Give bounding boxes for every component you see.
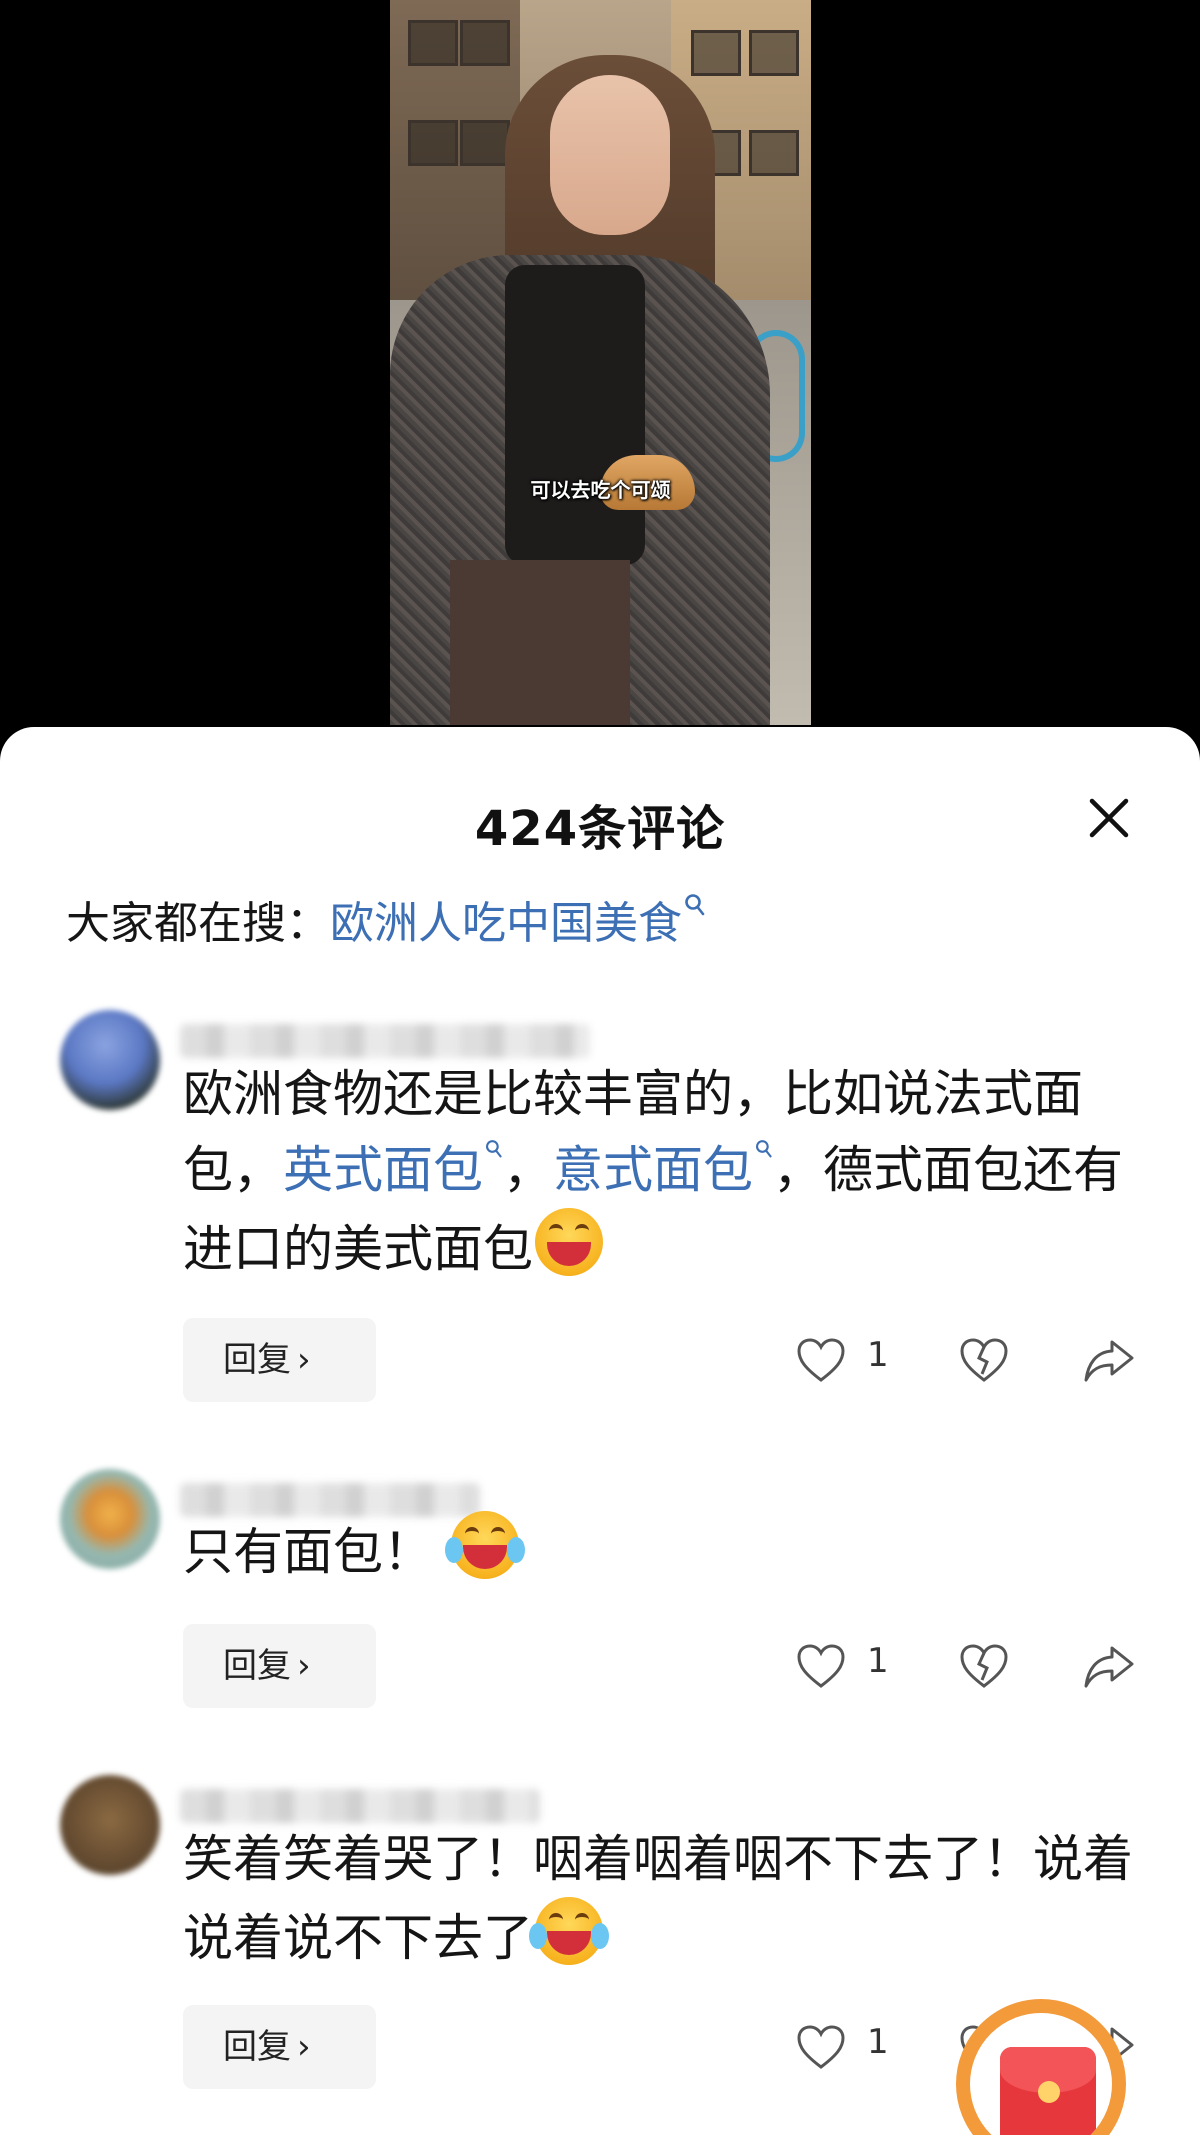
reply-button[interactable]: 回复 ›: [183, 1624, 376, 1708]
building-window: [749, 130, 799, 176]
person-face: [550, 75, 670, 235]
trending-label: 大家都在搜：: [66, 898, 330, 949]
video-player[interactable]: 可以去吃个可颂: [0, 0, 1200, 740]
avatar[interactable]: [60, 1775, 160, 1875]
video-subtitle: 可以去吃个可颂: [530, 478, 671, 502]
broken-heart-icon[interactable]: [958, 1336, 1010, 1384]
like-count: 1: [867, 1641, 889, 1681]
building-window: [408, 20, 458, 66]
comment-text: 只有面包！: [183, 1511, 1143, 1590]
heart-icon[interactable]: [795, 1336, 847, 1384]
comment-text: 笑着笑着哭了！咽着咽着咽不下去了！说着说着说不下去了: [183, 1821, 1143, 1976]
search-icon[interactable]: [755, 1138, 773, 1160]
reply-label: 回复: [223, 1646, 291, 1686]
comment-text-segment: ，: [503, 1141, 553, 1199]
comments-sheet: 424条评论 大家都在搜：欧洲人吃中国美食 欧洲食物还是比较丰富的，比如说法式面…: [0, 727, 1200, 2135]
chevron-right-icon: ›: [297, 1340, 311, 1380]
chevron-right-icon: ›: [297, 2027, 311, 2067]
person-sweater: [505, 265, 645, 565]
comment-item: 只有面包！: [0, 1469, 1200, 1629]
close-icon[interactable]: [1084, 793, 1134, 843]
share-icon[interactable]: [1082, 1642, 1136, 1690]
comment-text: 欧洲食物还是比较丰富的，比如说法式面包，英式面包 ，意式面包 ，德式面包还有进口的美…: [183, 1056, 1143, 1287]
reply-label: 回复: [223, 2027, 291, 2067]
search-icon[interactable]: [684, 893, 706, 917]
avatar[interactable]: [60, 1010, 160, 1110]
search-icon[interactable]: [485, 1138, 503, 1160]
username-blurred[interactable]: [180, 1789, 540, 1823]
share-icon[interactable]: [1082, 1336, 1136, 1384]
heart-icon[interactable]: [795, 1642, 847, 1690]
trending-search-bar: 大家都在搜：欧洲人吃中国美食: [66, 887, 706, 951]
like-count: 1: [867, 1335, 889, 1375]
like-count: 1: [867, 2022, 889, 2062]
red-packet-seal: [1038, 2081, 1060, 2103]
broken-heart-icon[interactable]: [958, 1642, 1010, 1690]
rolling-on-floor-laughing-emoji: [444, 1511, 525, 1579]
comment-search-link[interactable]: 英式面包: [283, 1141, 483, 1199]
trending-search-link[interactable]: 欧洲人吃中国美食: [330, 898, 682, 949]
rolling-on-floor-laughing-emoji: [529, 1897, 609, 1965]
video-frame[interactable]: 可以去吃个可颂: [390, 0, 811, 725]
building-window: [460, 20, 510, 66]
comment-item: 欧洲食物还是比较丰富的，比如说法式面包，英式面包 ，意式面包 ，德式面包还有进口的美…: [0, 1010, 1200, 1310]
reply-button[interactable]: 回复 ›: [183, 1318, 376, 1402]
comment-text-segment: 只有面包！: [183, 1523, 433, 1581]
comment-text-segment: 笑着笑着哭了！咽着咽着咽不下去了！说着说着说不下去了: [183, 1830, 1133, 1967]
comment-item: 笑着笑着哭了！咽着咽着咽不下去了！说着说着说不下去了: [0, 1775, 1200, 2015]
building-window: [460, 120, 510, 166]
grinning-squinting-emoji: [535, 1208, 603, 1276]
reply-button[interactable]: 回复 ›: [183, 2005, 376, 2089]
reply-label: 回复: [223, 1340, 291, 1380]
person-pants: [450, 560, 630, 725]
comments-count-title: 424条评论: [474, 801, 726, 857]
avatar[interactable]: [60, 1469, 160, 1569]
comment-search-link[interactable]: 意式面包: [553, 1141, 753, 1199]
red-packet-icon[interactable]: [956, 1999, 1126, 2135]
building-window: [691, 30, 741, 76]
username-blurred[interactable]: [180, 1024, 590, 1058]
building-window: [408, 120, 458, 166]
building-window: [749, 30, 799, 76]
heart-icon[interactable]: [795, 2023, 847, 2071]
chevron-right-icon: ›: [297, 1646, 311, 1686]
